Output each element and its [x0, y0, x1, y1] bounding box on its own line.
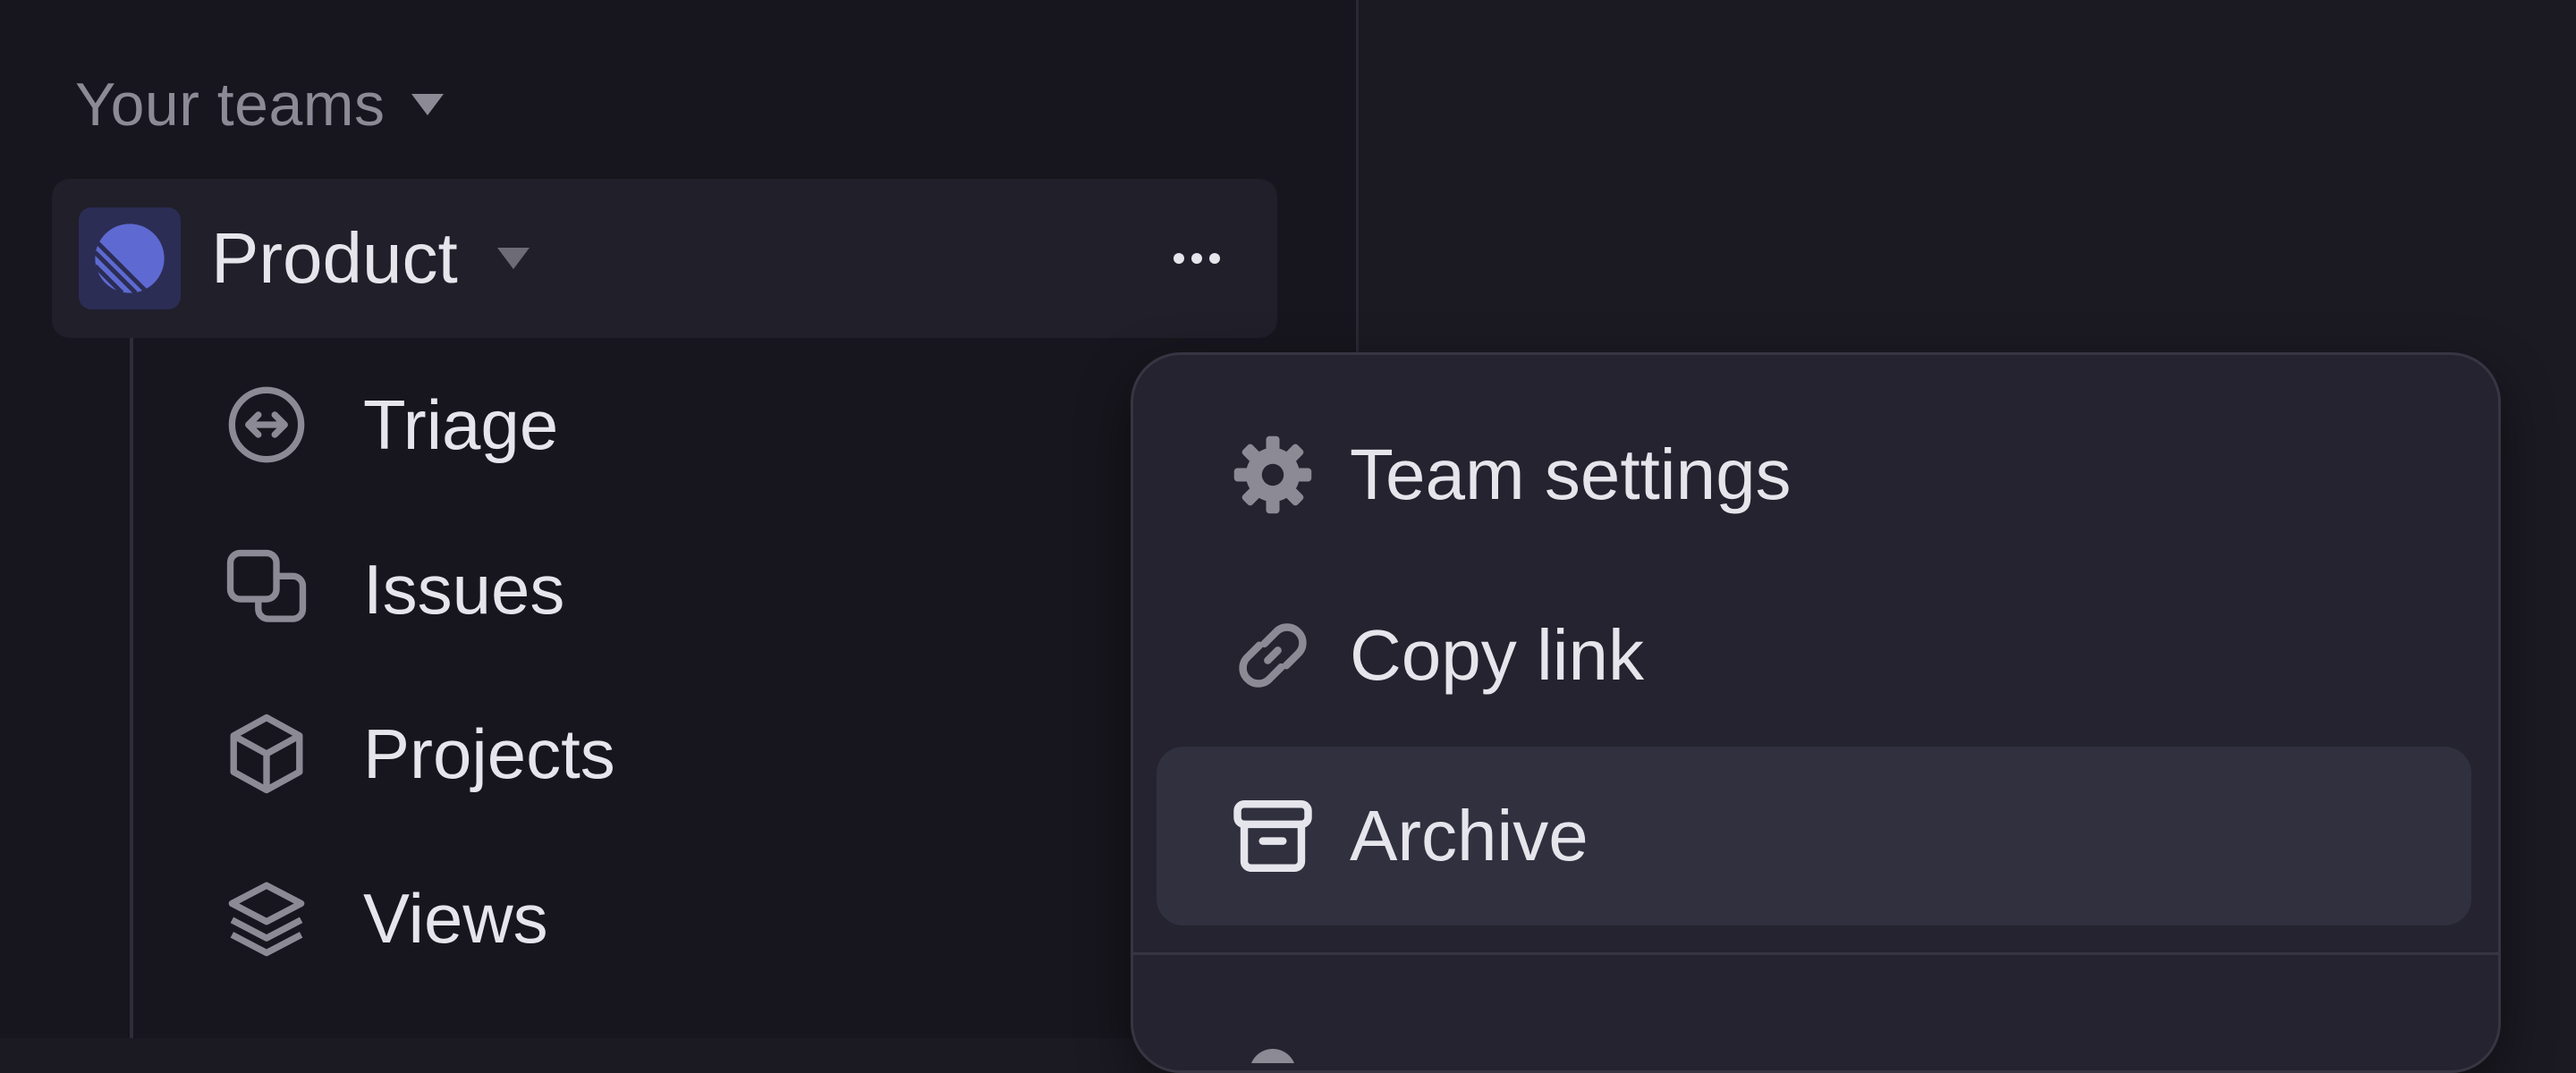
- linear-logo-icon: [79, 207, 181, 309]
- archive-icon: [1228, 791, 1318, 881]
- menu-item-label: Copy link: [1350, 615, 1645, 695]
- context-menu: Team settings Copy link Archive: [1131, 352, 2501, 1073]
- projects-icon: [224, 711, 309, 797]
- nav-item-triage[interactable]: Triage: [224, 376, 558, 474]
- team-row-product[interactable]: Product: [52, 179, 1277, 338]
- menu-separator: [1133, 952, 2498, 955]
- caret-down-icon: [411, 94, 445, 115]
- your-teams-header[interactable]: Your teams: [75, 64, 445, 145]
- your-teams-label: Your teams: [75, 71, 386, 139]
- nav-item-label: Triage: [363, 384, 559, 464]
- nav-item-label: Projects: [363, 714, 615, 793]
- menu-item-label: Archive: [1350, 796, 1589, 875]
- nav-item-label: Issues: [363, 549, 565, 629]
- menu-item-label: Team settings: [1350, 435, 1792, 514]
- menu-item-copy-link[interactable]: Copy link: [1157, 566, 2471, 745]
- more-options-button[interactable]: [1152, 218, 1241, 299]
- menu-item-team-settings[interactable]: Team settings: [1157, 385, 2471, 564]
- team-name-label: Product: [211, 218, 458, 298]
- team-name: Product: [211, 218, 530, 299]
- link-icon: [1228, 611, 1318, 700]
- triage-icon: [224, 382, 309, 468]
- more-dot: [1209, 253, 1220, 264]
- nav-item-issues[interactable]: Issues: [224, 540, 564, 638]
- tree-line: [130, 338, 133, 1038]
- more-dot: [1191, 253, 1202, 264]
- menu-item-archive[interactable]: Archive: [1157, 747, 2471, 925]
- gear-icon: [1228, 430, 1318, 520]
- issues-icon: [224, 546, 309, 632]
- partial-menu-icon: [1228, 1027, 1318, 1063]
- team-caret-down-icon: [496, 248, 530, 269]
- nav-item-projects[interactable]: Projects: [224, 705, 615, 803]
- views-icon: [224, 875, 309, 961]
- more-dot: [1174, 253, 1184, 264]
- nav-item-label: Views: [363, 878, 548, 958]
- nav-item-views[interactable]: Views: [224, 869, 548, 967]
